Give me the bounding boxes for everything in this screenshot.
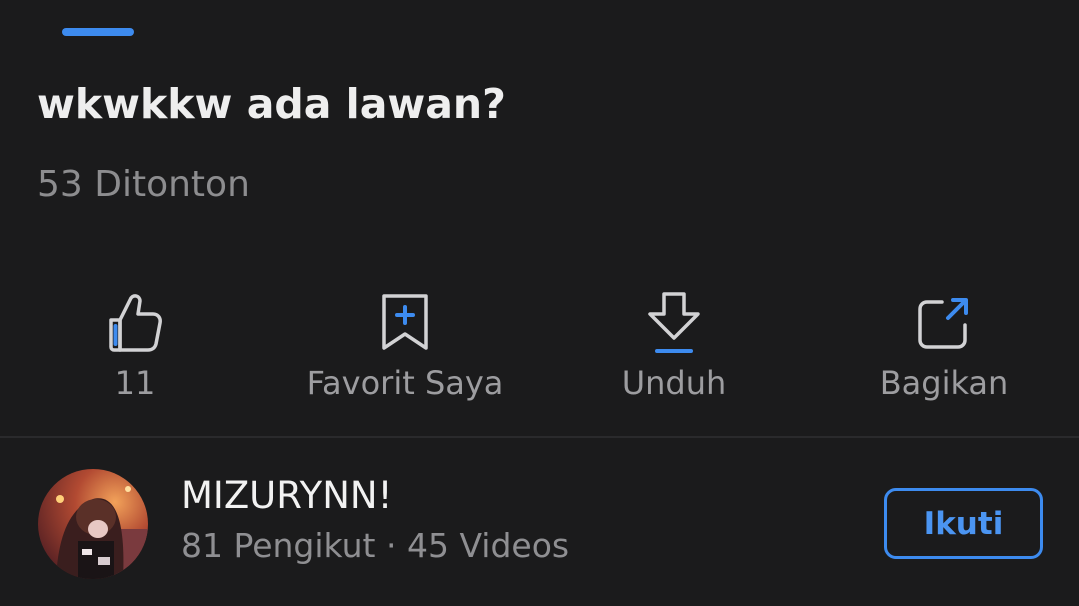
share-label: Bagikan <box>879 364 1009 402</box>
channel-name[interactable]: MIZURYNN! <box>181 474 392 517</box>
thumbs-up-icon <box>109 294 162 352</box>
share-icon <box>918 298 968 349</box>
follow-button[interactable]: Ikuti <box>884 488 1043 559</box>
section-divider <box>0 436 1079 438</box>
share-button[interactable]: Bagikan <box>824 290 1064 410</box>
bookmark-add-icon <box>382 294 428 350</box>
video-title: wkwkkw ada lawan? <box>37 80 506 128</box>
favorite-label: Favorit Saya <box>306 364 504 402</box>
avatar-image <box>38 469 148 579</box>
favorite-button[interactable]: Favorit Saya <box>285 290 525 410</box>
download-label: Unduh <box>621 364 727 402</box>
like-count: 11 <box>114 364 156 402</box>
like-button[interactable]: 11 <box>15 290 255 410</box>
active-tab-indicator <box>62 28 134 36</box>
download-button[interactable]: Unduh <box>554 290 794 410</box>
action-bar: 11 Favorit Saya Unduh Bagikan <box>0 290 1079 410</box>
view-count: 53 Ditonton <box>37 164 250 205</box>
download-icon <box>648 292 700 353</box>
channel-avatar[interactable] <box>38 469 148 579</box>
channel-stats: 81 Pengikut · 45 Videos <box>181 526 570 565</box>
